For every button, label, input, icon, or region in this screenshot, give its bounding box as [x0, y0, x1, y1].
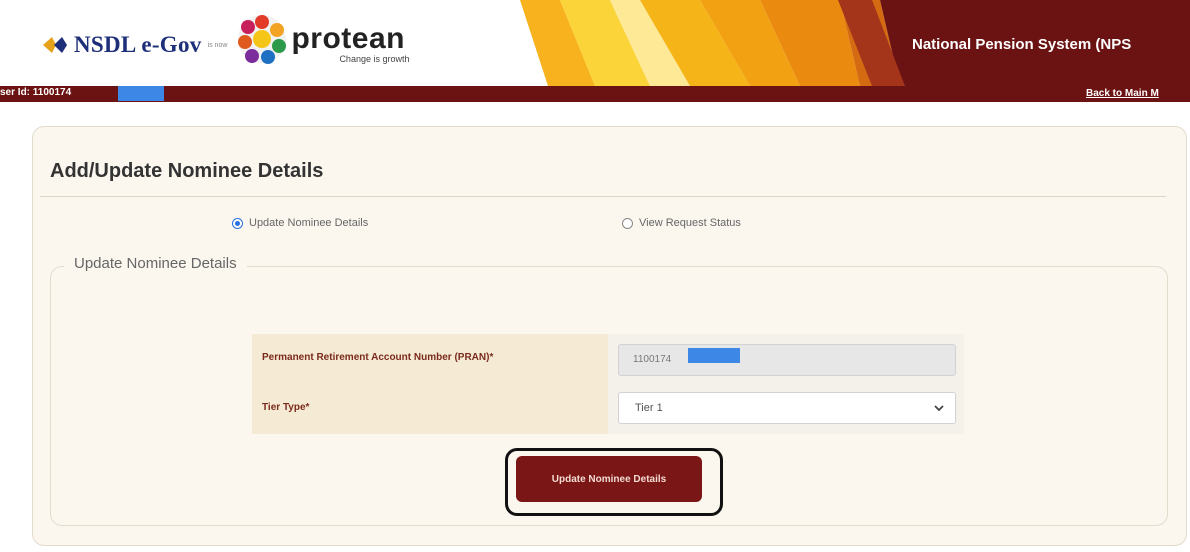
radio-label: Update Nominee Details — [249, 217, 369, 229]
protean-logo-icon — [238, 15, 287, 64]
protean-brand: protean Change is growth — [291, 22, 410, 65]
tier-type-value: Tier 1 — [635, 402, 663, 414]
back-to-main-menu-link[interactable]: Back to Main M — [1086, 88, 1159, 99]
pran-label: Permanent Retirement Account Number (PRA… — [262, 352, 494, 363]
pran-value: 1100174 — [633, 354, 672, 365]
nsdl-logo-icon — [43, 37, 67, 53]
radio-label: View Request Status — [639, 217, 741, 229]
user-id-label: ser Id: 1100174 — [0, 87, 72, 98]
system-title: National Pension System (NPS — [912, 36, 1132, 53]
tier-type-select[interactable]: Tier 1 — [618, 392, 956, 424]
tier-type-label: Tier Type* — [262, 402, 310, 413]
chevron-down-icon — [934, 405, 944, 412]
title-divider — [40, 196, 1166, 197]
radio-update-nominee-details[interactable]: Update Nominee Details — [232, 217, 368, 229]
redaction-mask — [688, 348, 740, 363]
brand-logos: NSDL e-Gov is now protean Change is grow… — [40, 15, 410, 66]
user-bar: ser Id: 1100174 — [0, 86, 1190, 102]
page-title: Add/Update Nominee Details — [50, 160, 324, 182]
protean-tagline: Change is growth — [339, 54, 410, 64]
protean-brand-text: protean — [291, 22, 405, 55]
pran-input[interactable]: 1100174 — [618, 344, 956, 376]
is-now-text: is now — [207, 41, 228, 49]
fieldset-legend: Update Nominee Details — [64, 255, 247, 272]
radio-view-request-status[interactable]: View Request Status — [622, 217, 741, 229]
nsdl-brand-text: NSDL e-Gov — [74, 32, 202, 57]
redaction-mask — [118, 86, 164, 101]
radio-icon — [232, 217, 243, 229]
header-banner: NSDL e-Gov is now protean Change is grow… — [0, 0, 1190, 86]
update-nominee-details-button[interactable]: Update Nominee Details — [516, 456, 702, 502]
radio-icon — [622, 217, 633, 229]
